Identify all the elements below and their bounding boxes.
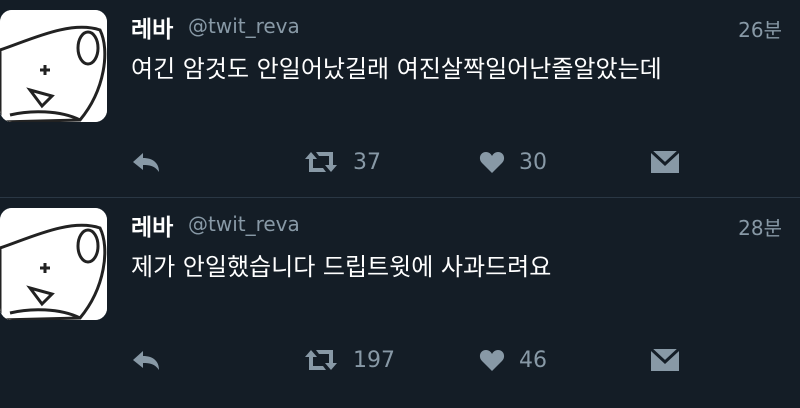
reply-button[interactable]	[131, 140, 161, 184]
like-count: 46	[519, 347, 547, 373]
timestamp[interactable]: 28분	[738, 212, 782, 241]
avatar[interactable]	[0, 208, 107, 320]
reply-icon	[133, 153, 159, 172]
tweet-actions: 197 46	[0, 338, 800, 382]
retweet-count: 37	[353, 149, 381, 175]
user-handle[interactable]: @twit_reva	[188, 212, 300, 236]
like-button[interactable]: 46	[479, 338, 547, 382]
display-name[interactable]: 레바	[131, 208, 173, 242]
like-icon	[479, 152, 505, 173]
direct-message-button[interactable]	[650, 338, 680, 382]
avatar[interactable]	[0, 10, 107, 122]
user-handle[interactable]: @twit_reva	[188, 14, 300, 38]
reply-button[interactable]	[131, 338, 161, 382]
retweet-icon	[305, 350, 337, 370]
tweet-actions: 37 30	[0, 140, 800, 184]
direct-message-button[interactable]	[650, 140, 680, 184]
like-button[interactable]: 30	[479, 140, 547, 184]
direct-message-icon	[650, 347, 680, 371]
retweet-icon	[305, 152, 337, 172]
retweet-button[interactable]: 197	[303, 338, 395, 382]
tweet-text: 여긴 암것도 안일어났길래 여진살짝일어난줄알았는데	[131, 55, 662, 83]
direct-message-icon	[650, 149, 680, 173]
tweet-text: 제가 안일했습니다 드립트윗에 사과드려요	[131, 253, 552, 281]
display-name[interactable]: 레바	[131, 10, 173, 44]
reply-icon	[133, 351, 159, 370]
tweet[interactable]: 레바 @twit_reva 28분 제가 안일했습니다 드립트윗에 사과드려요 …	[0, 198, 800, 395]
like-icon	[479, 350, 505, 371]
like-count: 30	[519, 149, 547, 175]
retweet-button[interactable]: 37	[303, 140, 381, 184]
retweet-count: 197	[353, 347, 395, 373]
timestamp[interactable]: 26분	[738, 14, 782, 43]
tweet[interactable]: 레바 @twit_reva 26분 여긴 암것도 안일어났길래 여진살짝일어난줄…	[0, 0, 800, 197]
